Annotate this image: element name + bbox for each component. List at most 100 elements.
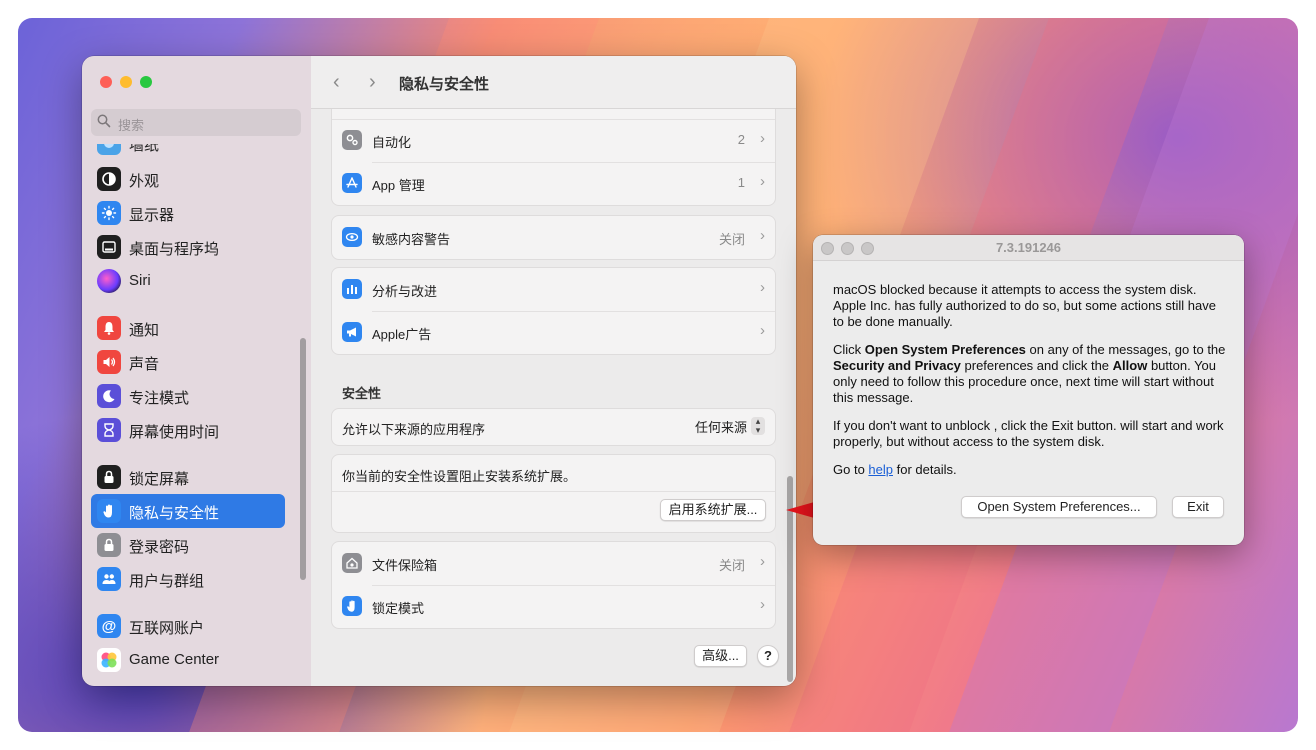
sidebar-item-displays[interactable]: 显示器: [91, 196, 285, 230]
row-separator: [372, 311, 775, 312]
dialog-paragraph-1: macOS blocked because it attempts to acc…: [833, 282, 1216, 329]
sidebar-item-privacy-security[interactable]: 隐私与安全性: [91, 494, 285, 528]
sidebar-item-label: 通知: [129, 322, 160, 339]
appearance-icon: [97, 167, 121, 191]
row-label: 文件保险箱: [372, 558, 438, 573]
back-button[interactable]: ‹: [333, 71, 340, 94]
display-icon: [97, 201, 121, 225]
row-filevault[interactable]: 文件保险箱 关闭 ›: [332, 542, 775, 585]
screen-time-icon: [97, 418, 121, 442]
row-separator: [332, 491, 775, 492]
sidebar-item-focus[interactable]: 专注模式: [91, 379, 285, 413]
users-icon: [97, 567, 121, 591]
megaphone-icon: [342, 322, 362, 342]
main-pane: ‹ › 隐私与安全性 自动化 2 › App 管理 1 › 敏感内容警告 关闭 …: [311, 56, 796, 686]
sidebar-item-label: 屏幕使用时间: [129, 424, 220, 441]
dialog-paragraph-3: If you don't want to unblock , click the…: [833, 418, 1224, 449]
help-link[interactable]: help: [868, 462, 893, 477]
sidebar-item-label: 声音: [129, 356, 160, 373]
sensitive-content-group: 敏感内容警告 关闭 ›: [331, 215, 776, 260]
dialog-title: 7.3.191246: [995, 240, 1062, 255]
row-label: 分析与改进: [372, 284, 438, 299]
allow-apps-popup[interactable]: 任何来源 ▴ ▾: [695, 417, 765, 437]
filevault-group: 文件保险箱 关闭 › 锁定模式 ›: [331, 541, 776, 629]
sidebar-item-login-password[interactable]: 登录密码: [91, 528, 285, 562]
dialog-titlebar: 7.3.191246: [813, 235, 1244, 261]
system-settings-window: 搜索 墙纸 外观 显示器 桌面与程序坞 Siri 通知 声音 专注模式 屏幕使用…: [82, 56, 796, 686]
row-value: 2: [737, 132, 745, 147]
sidebar-item-label: 专注模式: [129, 390, 190, 407]
close-button[interactable]: [100, 76, 112, 88]
search-placeholder: 搜索: [118, 118, 145, 133]
at-sign-icon: @: [97, 614, 121, 638]
sidebar-item-label: 登录密码: [129, 539, 190, 556]
chevron-right-icon: ›: [760, 130, 765, 147]
app-store-icon: [342, 173, 362, 193]
permissions-group: 自动化 2 › App 管理 1 ›: [331, 100, 776, 206]
row-automation[interactable]: 自动化 2 ›: [332, 119, 775, 162]
gears-icon: [342, 130, 362, 150]
dock-icon: [97, 235, 121, 259]
allow-apps-label: 允许以下来源的应用程序: [342, 422, 486, 437]
row-app-management[interactable]: App 管理 1 ›: [332, 162, 775, 205]
forward-button[interactable]: ›: [369, 71, 376, 94]
wallpaper-icon: [97, 144, 121, 155]
sound-icon: [97, 350, 121, 374]
sidebar-clipped-row: 墙纸: [82, 144, 311, 160]
enable-system-extensions-button[interactable]: 启用系统扩展...: [660, 499, 766, 521]
sidebar-item-screen-time[interactable]: 屏幕使用时间: [91, 413, 285, 447]
text-span: on any of the messages, go to the: [1025, 342, 1226, 357]
sidebar-item-desktop-dock[interactable]: 桌面与程序坞: [91, 230, 285, 264]
system-extension-group: 你当前的安全性设置阻止安装系统扩展。 启用系统扩展...: [331, 454, 776, 533]
section-title-security: 安全性: [342, 386, 382, 401]
bold-text: Allow: [1112, 358, 1148, 373]
sidebar-item-sound[interactable]: 声音: [91, 345, 285, 379]
row-analytics[interactable]: 分析与改进 ›: [332, 268, 775, 311]
chevron-right-icon: ›: [760, 322, 765, 339]
sidebar-item-siri[interactable]: Siri: [91, 264, 285, 298]
sidebar-item-notifications[interactable]: 通知: [91, 311, 285, 345]
sidebar-item-game-center[interactable]: Game Center: [91, 643, 285, 677]
bold-text: Open System Preferences: [864, 342, 1026, 357]
minimize-button[interactable]: [120, 76, 132, 88]
hand-icon: [342, 596, 362, 616]
sidebar-item-appearance[interactable]: 外观: [91, 162, 285, 196]
sidebar-scrollbar[interactable]: [300, 338, 306, 580]
house-safe-icon: [342, 553, 362, 573]
sidebar-item-users-groups[interactable]: 用户与群组: [91, 562, 285, 596]
open-system-preferences-button[interactable]: Open System Preferences...: [961, 496, 1157, 518]
allow-apps-value: 任何来源: [694, 420, 747, 435]
allow-apps-group: 允许以下来源的应用程序 任何来源 ▴ ▾: [331, 408, 776, 446]
chevron-right-icon: ›: [760, 173, 765, 190]
chevron-right-icon: ›: [760, 279, 765, 296]
chevron-right-icon: ›: [760, 227, 765, 244]
sidebar-item-label: 互联网账户: [129, 620, 205, 637]
sidebar-item-label: 隐私与安全性: [129, 505, 220, 522]
analytics-group: 分析与改进 › Apple广告 ›: [331, 267, 776, 355]
exit-button[interactable]: Exit: [1172, 496, 1224, 518]
help-button[interactable]: ?: [757, 645, 779, 667]
row-lockdown-mode[interactable]: 锁定模式 ›: [332, 585, 775, 628]
sidebar-item-label: 锁定屏幕: [129, 471, 190, 488]
row-label: 锁定模式: [372, 601, 425, 616]
text-span: preferences and click the: [960, 358, 1113, 373]
eye-warning-icon: [342, 227, 362, 247]
blocked-alert-dialog: 7.3.191246 macOS blocked because it atte…: [813, 235, 1244, 545]
sidebar-item-lock-screen[interactable]: 锁定屏幕: [91, 460, 285, 494]
search-icon: [97, 114, 111, 128]
search-input[interactable]: 搜索: [91, 109, 301, 136]
sidebar: 搜索 墙纸 外观 显示器 桌面与程序坞 Siri 通知 声音 专注模式 屏幕使用…: [82, 56, 312, 686]
sidebar-item-internet-accounts[interactable]: @ 互联网账户: [91, 609, 285, 643]
sidebar-item-wallpaper[interactable]: 墙纸: [91, 144, 285, 160]
row-sensitive-content[interactable]: 敏感内容警告 关闭 ›: [332, 216, 775, 259]
text-span: for details.: [893, 462, 957, 477]
advanced-button[interactable]: 高级...: [694, 645, 747, 667]
sidebar-item-label: 外观: [129, 173, 160, 190]
row-label: 敏感内容警告: [372, 232, 451, 247]
zoom-button[interactable]: [140, 76, 152, 88]
chevron-right-icon: ›: [760, 596, 765, 613]
row-label: Apple广告: [372, 327, 432, 342]
password-lock-icon: [97, 533, 121, 557]
row-label: App 管理: [372, 178, 425, 193]
row-apple-ads[interactable]: Apple广告 ›: [332, 311, 775, 354]
